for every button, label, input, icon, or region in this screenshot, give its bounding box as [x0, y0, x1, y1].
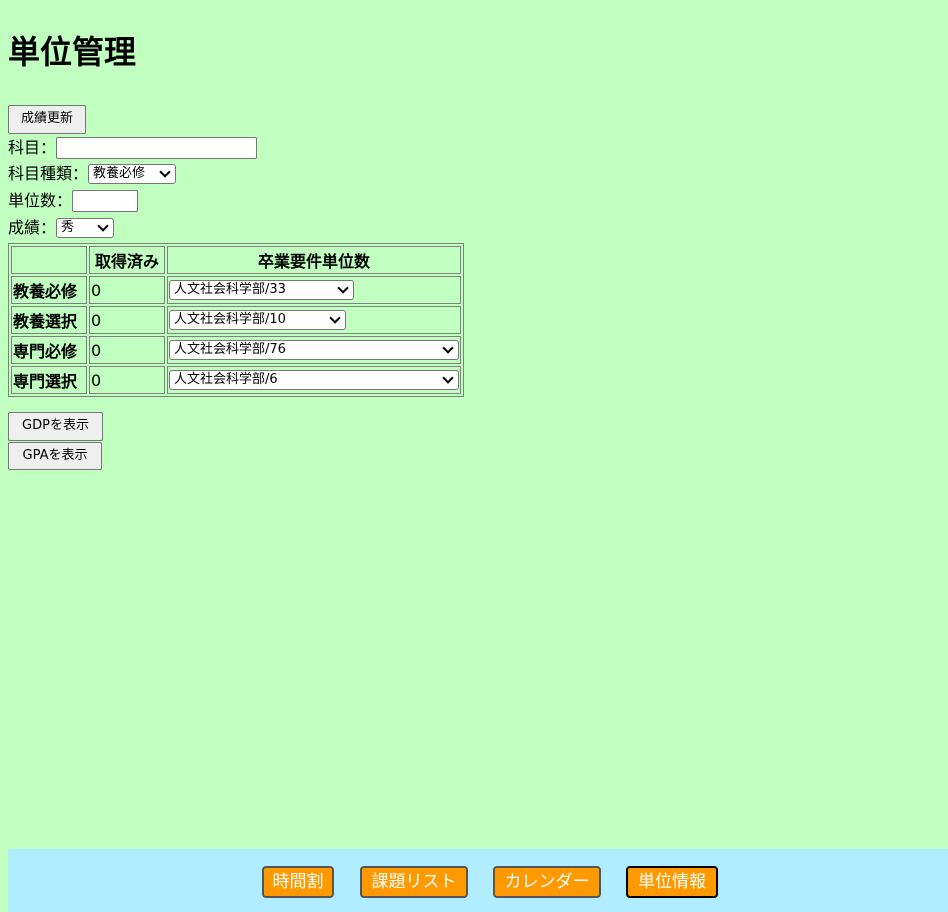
earned-cell: 0 [89, 336, 165, 364]
earned-cell: 0 [89, 306, 165, 334]
grade-value: 秀 [61, 220, 75, 235]
table-row: 教養選択 0 人文社会科学部/10 [11, 306, 461, 334]
category-cell: 教養必修 [11, 276, 87, 304]
requirement-value: 人文社会科学部/76 [174, 342, 286, 357]
table-row: 専門必修 0 人文社会科学部/76 [11, 336, 461, 364]
chevron-down-icon [97, 219, 109, 232]
requirement-value: 人文社会科学部/33 [174, 282, 286, 297]
nav-timetable-button[interactable]: 時間割 [262, 866, 334, 898]
category-cell: 専門必修 [11, 336, 87, 364]
show-gpa-button[interactable]: GPAを表示 [8, 442, 102, 470]
subject-type-label: 科目種類： [8, 164, 89, 183]
category-cell: 専門選択 [11, 366, 87, 394]
earned-cell: 0 [89, 276, 165, 304]
nav-credits-info-button[interactable]: 単位情報 [626, 866, 718, 898]
table-header-requirement: 卒業要件単位数 [167, 246, 461, 274]
show-gdp-button[interactable]: GDPを表示 [8, 412, 103, 441]
table-header-row: 取得済み 卒業要件単位数 [11, 246, 461, 274]
nav-calendar-button[interactable]: カレンダー [493, 866, 601, 898]
requirement-value: 人文社会科学部/10 [174, 312, 286, 327]
table-row: 専門選択 0 人文社会科学部/6 [11, 366, 461, 394]
nav-task-list-button[interactable]: 課題リスト [360, 866, 468, 898]
grade-row: 成績： 秀 [8, 216, 115, 240]
credits-input[interactable] [72, 190, 139, 212]
bottom-nav-bar: 時間割 課題リスト カレンダー 単位情報 [8, 849, 948, 912]
subject-type-value: 教養必修 [93, 166, 146, 181]
requirement-cell: 人文社会科学部/10 [167, 306, 461, 334]
table-header-empty [11, 246, 87, 274]
credits-row: 単位数： [8, 189, 139, 213]
category-cell: 教養選択 [11, 306, 87, 334]
requirement-select[interactable]: 人文社会科学部/76 [169, 340, 459, 360]
requirement-select[interactable]: 人文社会科学部/10 [169, 310, 346, 330]
subject-row: 科目： [8, 136, 258, 160]
update-grades-button[interactable]: 成績更新 [8, 105, 86, 134]
subject-type-row: 科目種類： 教養必修 [8, 162, 177, 186]
requirement-select[interactable]: 人文社会科学部/6 [169, 370, 459, 390]
subject-type-select[interactable]: 教養必修 [88, 164, 177, 184]
credits-table: 取得済み 卒業要件単位数 教養必修 0 人文社会科学部/33 教養選択 0 人文… [8, 243, 464, 397]
subject-label: 科目： [8, 138, 57, 157]
table-row: 教養必修 0 人文社会科学部/33 [11, 276, 461, 304]
requirement-cell: 人文社会科学部/76 [167, 336, 461, 364]
grade-select[interactable]: 秀 [56, 218, 115, 238]
chevron-down-icon [442, 371, 454, 384]
chevron-down-icon [159, 165, 171, 178]
chevron-down-icon [442, 341, 454, 354]
requirement-value: 人文社会科学部/6 [174, 372, 278, 387]
chevron-down-icon [337, 281, 349, 294]
requirement-select[interactable]: 人文社会科学部/33 [169, 280, 354, 300]
chevron-down-icon [329, 311, 341, 324]
subject-input[interactable] [56, 137, 258, 159]
credits-label: 単位数： [8, 191, 73, 210]
grade-label: 成績： [8, 218, 57, 237]
table-header-earned: 取得済み [89, 246, 165, 274]
requirement-cell: 人文社会科学部/33 [167, 276, 461, 304]
page-title: 単位管理 [8, 33, 137, 71]
requirement-cell: 人文社会科学部/6 [167, 366, 461, 394]
earned-cell: 0 [89, 366, 165, 394]
